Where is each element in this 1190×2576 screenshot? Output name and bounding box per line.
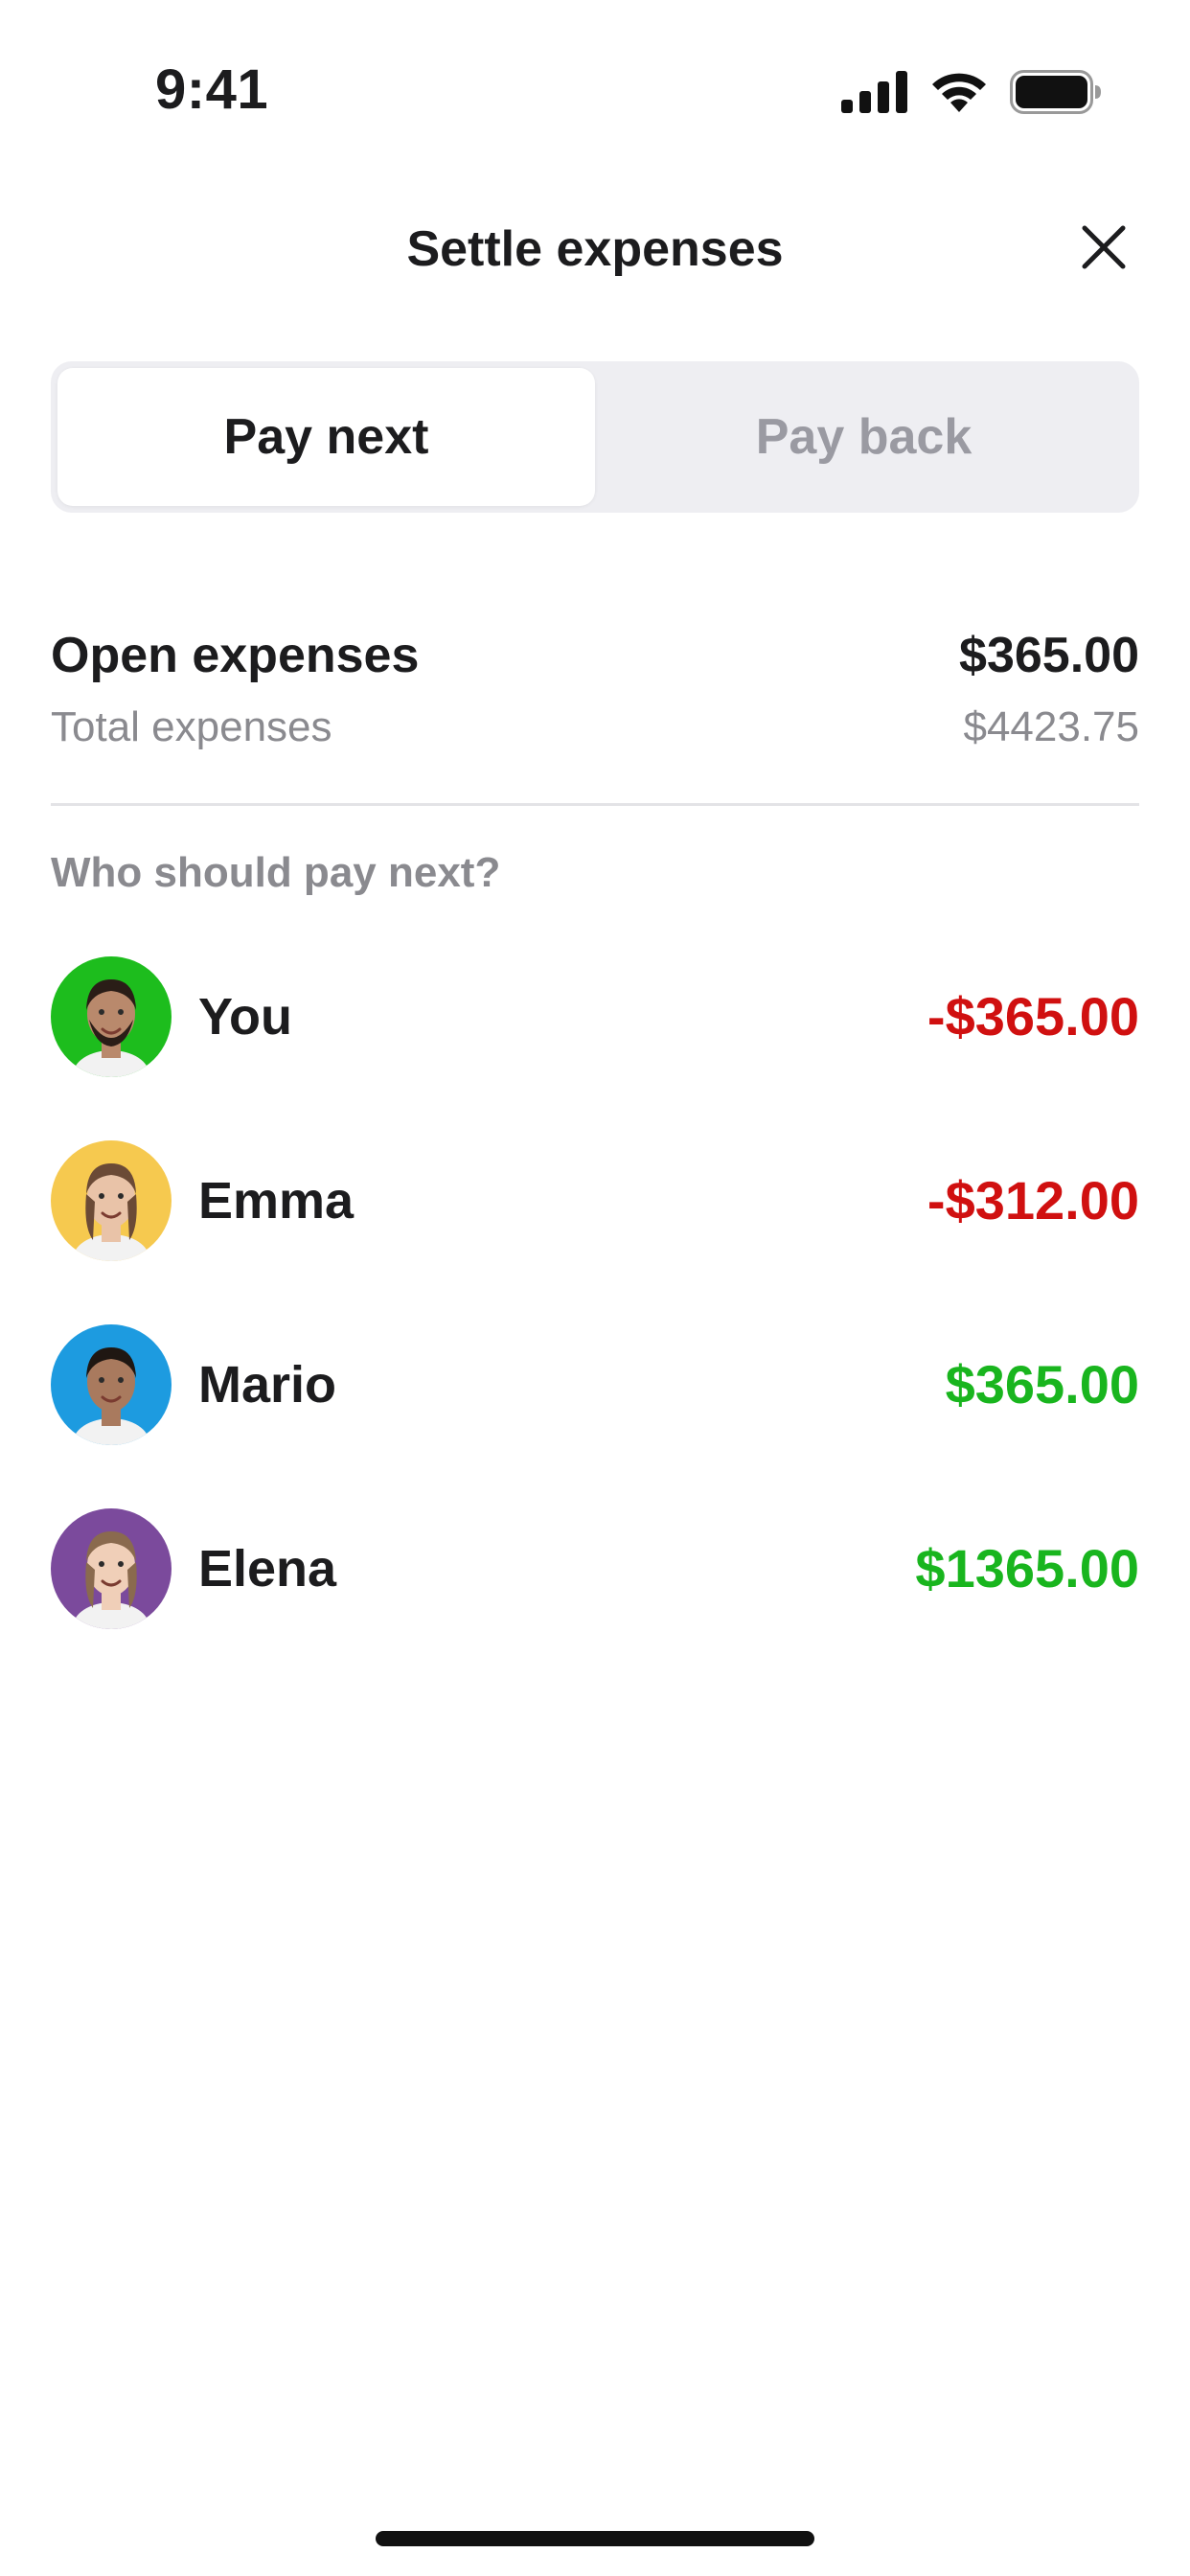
list-item-you[interactable]: You -$365.00 <box>51 956 1139 1140</box>
list-item-emma[interactable]: Emma -$312.00 <box>51 1140 1139 1324</box>
signal-icon <box>841 70 908 118</box>
list-item-mario[interactable]: Mario $365.00 <box>51 1324 1139 1508</box>
person-amount: $365.00 <box>945 1354 1139 1414</box>
open-expenses-row: Open expenses $365.00 <box>51 623 1139 688</box>
person-name: You <box>198 988 292 1046</box>
open-expenses-label: Open expenses <box>51 628 420 683</box>
avatar <box>51 956 172 1077</box>
home-indicator <box>376 2531 814 2546</box>
person-amount: $1365.00 <box>915 1538 1139 1598</box>
close-button[interactable] <box>1067 213 1140 286</box>
avatar <box>51 1508 172 1629</box>
tab-pay-next[interactable]: Pay next <box>57 368 595 506</box>
person-amount: -$312.00 <box>927 1170 1139 1230</box>
wifi-icon <box>929 70 989 119</box>
total-expenses-label: Total expenses <box>51 703 332 750</box>
divider <box>51 803 1139 806</box>
close-icon <box>1081 224 1127 275</box>
avatar <box>51 1140 172 1261</box>
person-amount: -$365.00 <box>927 986 1139 1046</box>
total-expenses-value: $4423.75 <box>963 703 1139 750</box>
section-label: Who should pay next? <box>51 849 501 896</box>
page-title: Settle expenses <box>406 221 784 277</box>
status-icons <box>841 69 1102 119</box>
tab-pay-back[interactable]: Pay back <box>595 368 1133 506</box>
status-bar: 9:41 <box>0 0 1190 182</box>
person-name: Mario <box>198 1356 337 1414</box>
open-expenses-value: $365.00 <box>959 628 1139 683</box>
segmented-control: Pay next Pay back <box>51 361 1139 513</box>
total-expenses-row: Total expenses $4423.75 <box>51 700 1139 755</box>
people-list: You -$365.00 Emma -$312.00 Mario $365.00… <box>51 956 1139 1692</box>
avatar <box>51 1324 172 1445</box>
person-name: Emma <box>198 1172 355 1230</box>
status-time: 9:41 <box>155 58 269 121</box>
person-name: Elena <box>198 1540 337 1598</box>
list-item-elena[interactable]: Elena $1365.00 <box>51 1508 1139 1692</box>
battery-icon <box>1010 69 1102 119</box>
